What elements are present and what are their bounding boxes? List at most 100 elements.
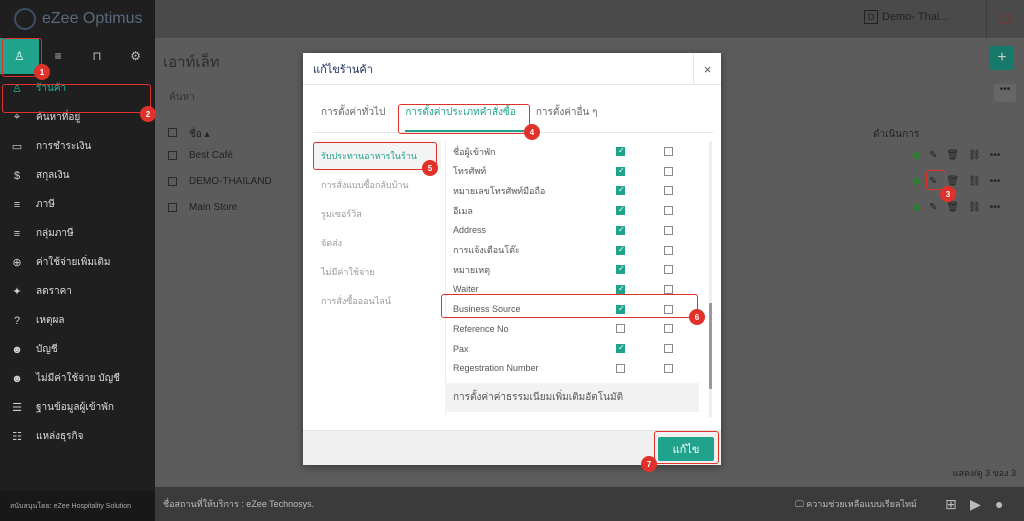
show-checkbox[interactable] bbox=[616, 185, 625, 196]
sidebar-item-label: ค่าใช้จ่ายเพิ่มเติม bbox=[36, 257, 111, 268]
gear-tab-icon[interactable]: ⚙ bbox=[116, 38, 155, 74]
order-type-item[interactable]: ไม่มีค่าใช้จ่าย bbox=[313, 257, 441, 286]
show-checkbox[interactable] bbox=[616, 166, 625, 176]
show-checkbox[interactable] bbox=[616, 284, 625, 294]
field-label: หมายเลขโทรศัพท์มือถือ bbox=[453, 185, 546, 196]
mandatory-checkbox[interactable] bbox=[664, 324, 673, 334]
field-row: การแจ้งเตือนโต๊ะ bbox=[446, 241, 708, 260]
org-selector[interactable]: D Demo- Thai... bbox=[864, 10, 948, 24]
show-checkbox[interactable] bbox=[616, 245, 625, 255]
field-row: หมายเหตุ bbox=[446, 260, 708, 279]
top-bar: D Demo- Thai... ⏻ bbox=[155, 0, 1024, 38]
badge-1: 1 bbox=[34, 64, 50, 80]
sidebar-item-9[interactable]: ☻ บัญชี bbox=[0, 335, 155, 364]
mandatory-checkbox[interactable] bbox=[664, 206, 673, 216]
select-all-checkbox[interactable] bbox=[168, 128, 177, 137]
row-actions: ✎ 🗑 ⛓ ••• bbox=[913, 202, 1000, 213]
dollar-icon: $ bbox=[13, 169, 21, 182]
show-checkbox[interactable] bbox=[616, 264, 625, 275]
realtime-help[interactable]: 🖵 ความช่วยเหลือแบบเรียลไทม์ bbox=[795, 497, 917, 511]
sidebar-item-label: กลุ่มภาษี bbox=[36, 228, 74, 239]
tab-other[interactable]: การตั้งค่าอื่น ๆ bbox=[536, 105, 606, 132]
order-type-item[interactable]: การสั่งแบบซื้อกลับบ้าน bbox=[313, 170, 441, 199]
sidebar-item-4[interactable]: ≡ ภาษี bbox=[0, 190, 155, 219]
more-options-button[interactable]: ••• bbox=[994, 84, 1016, 102]
edit-icon[interactable]: ✎ bbox=[929, 202, 937, 213]
mandatory-checkbox[interactable] bbox=[664, 245, 673, 255]
gift-icon: ✦ bbox=[12, 286, 22, 298]
field-label: อีเมล bbox=[453, 205, 473, 216]
mandatory-checkbox[interactable] bbox=[664, 344, 673, 353]
show-checkbox[interactable] bbox=[616, 205, 625, 216]
search-label[interactable]: ค้นหา bbox=[169, 90, 195, 105]
field-row: โทรศัพท์ bbox=[446, 162, 708, 181]
auto-fee-section[interactable]: การตั้งค่าค่าธรรมเนียมเพิ่มเติมอัตโนมัติ bbox=[445, 383, 699, 412]
sidebar-item-11[interactable]: ☰ ฐานข้อมูลผู้เข้าพัก bbox=[0, 393, 155, 422]
field-row: อีเมล bbox=[446, 201, 708, 220]
link-icon[interactable]: ⛓ bbox=[968, 150, 981, 161]
add-button[interactable]: + bbox=[990, 46, 1014, 70]
mandatory-checkbox[interactable] bbox=[664, 363, 673, 373]
realtime-help-label: ความช่วยเหลือแบบเรียลไทม์ bbox=[806, 499, 917, 509]
field-row: Address bbox=[446, 221, 708, 240]
mandatory-checkbox[interactable] bbox=[664, 284, 673, 294]
mandatory-checkbox[interactable] bbox=[664, 147, 673, 156]
field-label: Reference No bbox=[453, 323, 509, 334]
order-type-item[interactable]: จัดส่ง bbox=[313, 228, 441, 257]
order-type-item[interactable]: รูมเซอร์วิส bbox=[313, 199, 441, 228]
link-icon[interactable]: ⛓ bbox=[968, 176, 981, 187]
more-icon[interactable]: ••• bbox=[990, 150, 1001, 161]
windows-icon[interactable]: ⊞ bbox=[945, 496, 957, 513]
trash-icon[interactable]: 🗑 bbox=[946, 202, 959, 213]
close-icon[interactable]: × bbox=[693, 53, 721, 85]
database-icon: ☰ bbox=[12, 402, 22, 414]
more-icon[interactable]: ••• bbox=[990, 202, 1001, 213]
row-actions: ✎ 🗑 ⛓ ••• bbox=[913, 150, 1000, 161]
show-checkbox[interactable] bbox=[616, 146, 625, 156]
scrollbar-thumb[interactable] bbox=[709, 303, 712, 389]
badge-5: 5 bbox=[422, 160, 438, 176]
mandatory-checkbox[interactable] bbox=[664, 186, 673, 196]
row-checkbox[interactable] bbox=[168, 150, 177, 160]
apple-icon[interactable]: ● bbox=[995, 496, 1003, 512]
trash-icon[interactable]: 🗑 bbox=[946, 176, 959, 187]
mandatory-checkbox[interactable] bbox=[664, 265, 673, 275]
power-icon[interactable]: ⏻ bbox=[986, 0, 1024, 38]
edit-icon[interactable]: ✎ bbox=[929, 150, 937, 161]
show-checkbox[interactable] bbox=[616, 363, 625, 373]
field-settings: ชื่อผู้เข้าพัก โทรศัพท์ หมายเลขโทรศัพท์ม… bbox=[445, 141, 707, 417]
sidebar: eZee Optimus ♙ ≡ ⊓ ⚙ ♙ ร้านค้า ⌖ ค้นหาที่อย… bbox=[0, 0, 155, 521]
field-label: Pax bbox=[453, 343, 469, 354]
row-checkbox[interactable] bbox=[168, 176, 177, 186]
show-checkbox[interactable] bbox=[616, 343, 625, 353]
mandatory-checkbox[interactable] bbox=[664, 225, 673, 235]
mandatory-checkbox[interactable] bbox=[664, 166, 673, 176]
show-checkbox[interactable] bbox=[616, 324, 625, 334]
badge-2: 2 bbox=[140, 106, 156, 122]
sidebar-item-3[interactable]: $ สกุลเงิน bbox=[0, 161, 155, 190]
sidebar-item-label: เหตุผล bbox=[36, 315, 65, 326]
highlight-4 bbox=[398, 104, 530, 134]
order-type-item[interactable]: การสั่งซื้อออนไลน์ bbox=[313, 286, 441, 315]
field-row: ชื่อผู้เข้าพัก bbox=[446, 142, 708, 161]
org-name: Demo- Thai... bbox=[882, 11, 949, 23]
sidebar-item-6[interactable]: ⊕ ค่าใช้จ่ายเพิ่มเติม bbox=[0, 248, 155, 277]
sidebar-item-12[interactable]: ☷ แหล่งธุรกิจ bbox=[0, 422, 155, 451]
cart-tab-icon[interactable]: ⊓ bbox=[78, 38, 117, 74]
trash-icon[interactable]: 🗑 bbox=[946, 150, 959, 161]
sidebar-item-10[interactable]: ☻ ไม่มีค่าใช้จ่าย บัญชี bbox=[0, 364, 155, 393]
sidebar-item-label: การชำระเงิน bbox=[36, 141, 92, 152]
sidebar-item-5[interactable]: ≡ กลุ่มภาษี bbox=[0, 219, 155, 248]
play-store-icon[interactable]: ▶ bbox=[970, 496, 981, 513]
tab-general[interactable]: การตั้งค่าทั่วไป bbox=[321, 105, 393, 132]
col-name[interactable]: ชื่อ ▴ bbox=[189, 127, 210, 142]
sidebar-item-8[interactable]: ? เหตุผล bbox=[0, 306, 155, 335]
sidebar-item-7[interactable]: ✦ ลดราคา bbox=[0, 277, 155, 306]
status-dot-icon bbox=[913, 151, 920, 159]
sidebar-item-2[interactable]: ▭ การชำระเงิน bbox=[0, 132, 155, 161]
more-icon[interactable]: ••• bbox=[990, 176, 1001, 187]
field-row: Regestration Number bbox=[446, 359, 708, 378]
show-checkbox[interactable] bbox=[616, 225, 625, 235]
row-checkbox[interactable] bbox=[168, 202, 177, 212]
link-icon[interactable]: ⛓ bbox=[968, 202, 981, 213]
